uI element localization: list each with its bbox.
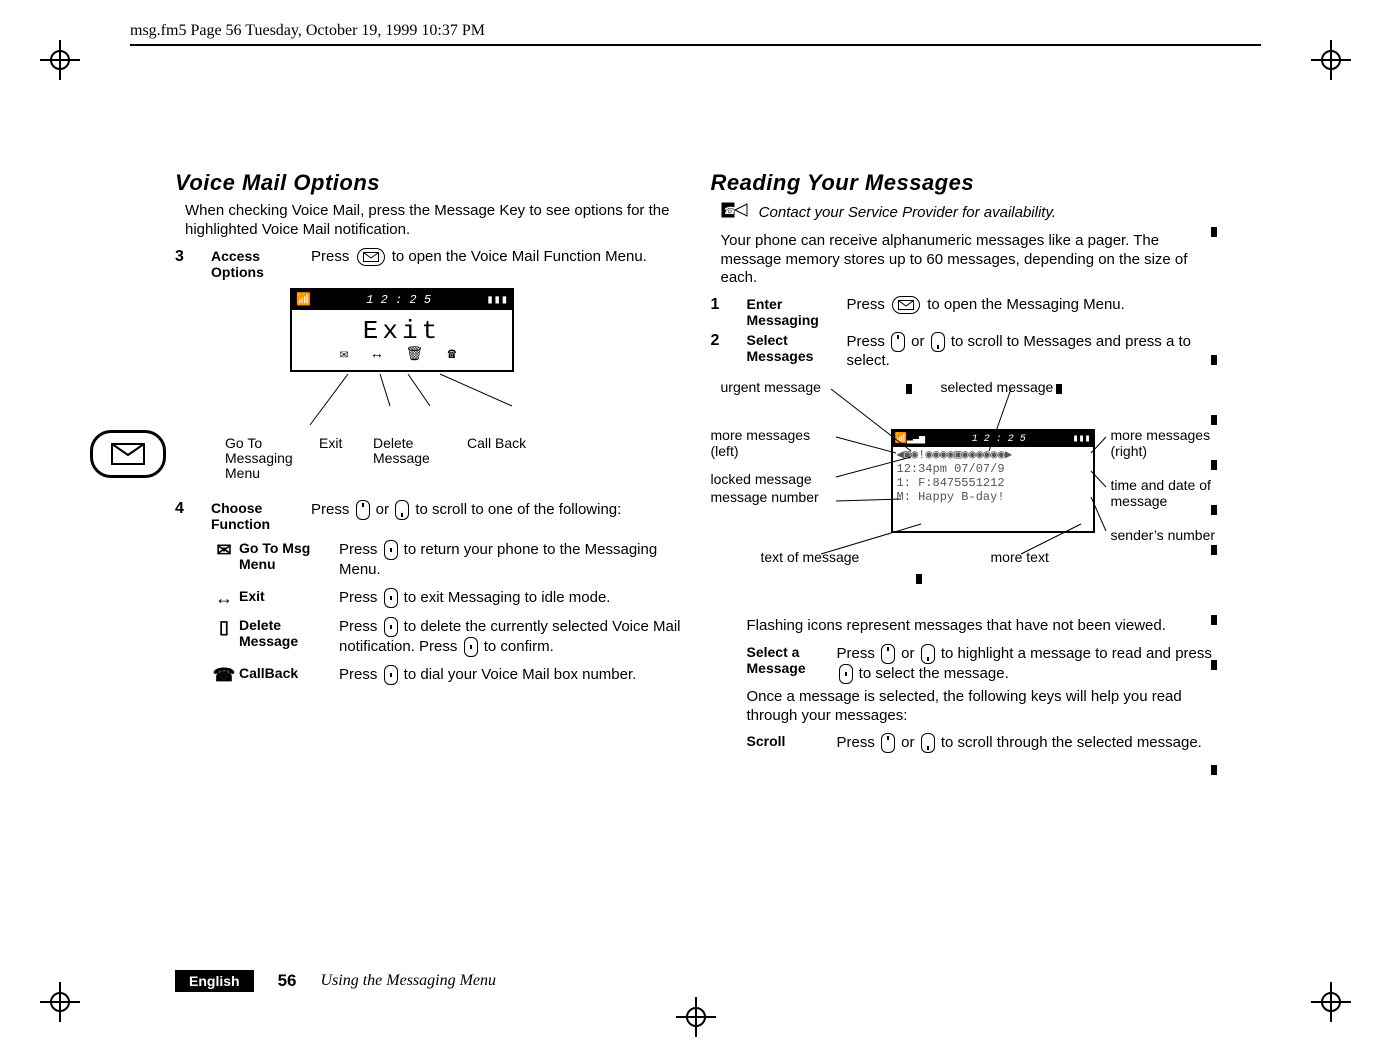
lcd-callout-labels: Go To Messaging Menu Exit Delete Message… bbox=[225, 436, 681, 482]
select-key-icon bbox=[384, 588, 398, 608]
reading-messages-intro: Your phone can receive alphanumeric mess… bbox=[721, 232, 1217, 288]
option-exit: ↔ Exit Press to exit Messaging to idle m… bbox=[209, 588, 681, 609]
envelope-key-icon bbox=[357, 248, 385, 266]
callout-goto: Go To Messaging Menu bbox=[225, 436, 305, 482]
step-4: 4 Choose Function Press or to scroll to … bbox=[175, 500, 681, 532]
step-2-right: 2 Select Messages Press or to scroll to … bbox=[711, 332, 1217, 369]
crop-mark-br bbox=[1311, 982, 1351, 1022]
flashing-icons-note: Flashing icons represent messages that h… bbox=[747, 617, 1217, 636]
scroll-down-key-icon bbox=[921, 733, 935, 753]
select-key-icon bbox=[464, 637, 478, 657]
step-3-text: Press to open the Voice Mail Function Me… bbox=[311, 248, 681, 266]
option-name-callback: CallBack bbox=[239, 665, 339, 681]
scroll-text: Press or to scroll through the selected … bbox=[837, 733, 1217, 753]
signal-icon: 📶 bbox=[296, 292, 311, 307]
option-delete-message: ▯ Delete Message Press to delete the cur… bbox=[209, 617, 681, 657]
select-key-icon bbox=[384, 665, 398, 685]
callout-delete: Delete Message bbox=[373, 436, 453, 482]
select-message-text: Press or to highlight a message to read … bbox=[837, 644, 1217, 684]
option-name-delete: Delete Message bbox=[239, 617, 339, 649]
option-name-goto: Go To Msg Menu bbox=[239, 540, 339, 572]
diagram-leader-lines bbox=[711, 379, 1231, 609]
crop-mark-tr bbox=[1311, 40, 1351, 80]
step-1-right: 1 Enter Messaging Press to open the Mess… bbox=[711, 296, 1217, 328]
option-desc-goto: Press to return your phone to the Messag… bbox=[339, 540, 681, 580]
once-selected-text: Once a message is selected, the followin… bbox=[747, 688, 1217, 726]
battery-icon: ▮▮▮ bbox=[486, 292, 508, 307]
step-4-number: 4 bbox=[175, 500, 211, 518]
voice-mail-intro: When checking Voice Mail, press the Mess… bbox=[185, 202, 681, 240]
right-column: Reading Your Messages ☎ Contact your Ser… bbox=[711, 170, 1217, 952]
scroll-down-key-icon bbox=[921, 644, 935, 664]
select-message-label: Select a Message bbox=[747, 644, 837, 676]
exit-icon: ↔ bbox=[209, 588, 239, 609]
goto-msg-icon: ✉ bbox=[209, 540, 239, 561]
delete-icon: ▯ bbox=[209, 617, 239, 638]
step-1-label: Enter Messaging bbox=[747, 296, 847, 328]
reading-messages-heading: Reading Your Messages bbox=[711, 170, 1217, 196]
step-3-number: 3 bbox=[175, 248, 211, 266]
step-2-label: Select Messages bbox=[747, 332, 847, 364]
lcd-icon-row: ✉ ↔ 🗑 ☎ bbox=[292, 346, 512, 363]
callback-icon: ☎ bbox=[209, 665, 239, 686]
scroll-down-key-icon bbox=[931, 332, 945, 352]
select-key-icon bbox=[384, 540, 398, 560]
step-2-text: Press or to scroll to Messages and press… bbox=[847, 332, 1217, 369]
scroll-up-key-icon bbox=[356, 500, 370, 520]
lcd-big-text: Exit bbox=[292, 316, 512, 346]
language-badge: English bbox=[175, 970, 254, 992]
step-1-text: Press to open the Messaging Menu. bbox=[847, 296, 1217, 314]
step-3: 3 Access Options Press to open the Voice… bbox=[175, 248, 681, 280]
scroll-label: Scroll bbox=[747, 733, 837, 749]
callout-callback: Call Back bbox=[467, 436, 547, 482]
option-name-exit: Exit bbox=[239, 588, 339, 604]
left-column: Voice Mail Options When checking Voice M… bbox=[175, 170, 681, 952]
page-number: 56 bbox=[278, 971, 297, 991]
message-diagram: urgent message selected message more mes… bbox=[711, 379, 1217, 609]
scroll-message: Scroll Press or to scroll through the se… bbox=[747, 733, 1217, 753]
step-1-number: 1 bbox=[711, 296, 747, 314]
option-desc-delete: Press to delete the currently selected V… bbox=[339, 617, 681, 657]
lcd-exit-figure: 📶 1 2 : 2 5 ▮▮▮ Exit ✉ ↔ 🗑 ☎ bbox=[290, 288, 514, 372]
page-header-rule bbox=[130, 44, 1261, 46]
crop-mark-bottom-center bbox=[676, 997, 716, 1042]
page-header-text: msg.fm5 Page 56 Tuesday, October 19, 199… bbox=[130, 22, 485, 40]
svg-text:☎: ☎ bbox=[723, 206, 737, 217]
step-4-text: Press or to scroll to one of the followi… bbox=[311, 500, 681, 520]
step-4-label: Choose Function bbox=[211, 500, 311, 532]
availability-note: ☎ Contact your Service Provider for avai… bbox=[721, 202, 1217, 224]
option-desc-callback: Press to dial your Voice Mail box number… bbox=[339, 665, 681, 685]
select-a-message: Select a Message Press or to highlight a… bbox=[747, 644, 1217, 684]
callout-exit: Exit bbox=[319, 436, 359, 482]
note-icon: ☎ bbox=[721, 202, 749, 224]
message-key-icon bbox=[90, 430, 166, 478]
lcd-time: 1 2 : 2 5 bbox=[315, 293, 482, 307]
select-key-icon bbox=[839, 664, 853, 684]
scroll-up-key-icon bbox=[881, 644, 895, 664]
lcd-callout-lines bbox=[290, 374, 681, 434]
select-key-icon bbox=[384, 617, 398, 637]
crop-mark-bl bbox=[40, 982, 80, 1022]
scroll-up-key-icon bbox=[881, 733, 895, 753]
step-3-label: Access Options bbox=[211, 248, 311, 280]
voice-mail-options-heading: Voice Mail Options bbox=[175, 170, 681, 196]
envelope-key-icon bbox=[892, 296, 920, 314]
crop-mark-tl bbox=[40, 40, 80, 80]
scroll-up-key-icon bbox=[891, 332, 905, 352]
chapter-title: Using the Messaging Menu bbox=[320, 972, 496, 990]
option-callback: ☎ CallBack Press to dial your Voice Mail… bbox=[209, 665, 681, 686]
option-goto-msg-menu: ✉ Go To Msg Menu Press to return your ph… bbox=[209, 540, 681, 580]
option-desc-exit: Press to exit Messaging to idle mode. bbox=[339, 588, 681, 608]
step-2-number: 2 bbox=[711, 332, 747, 350]
page-footer: English 56 Using the Messaging Menu bbox=[175, 970, 496, 992]
scroll-down-key-icon bbox=[395, 500, 409, 520]
